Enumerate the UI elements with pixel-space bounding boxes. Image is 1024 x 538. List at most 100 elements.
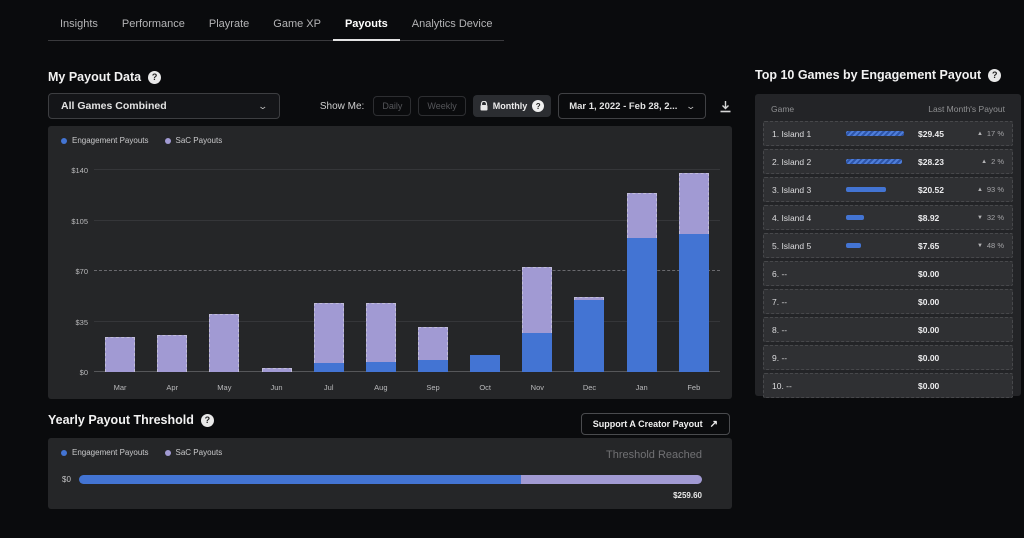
game-bar-zone — [846, 159, 918, 164]
game-name: 5. Island 5 — [772, 241, 846, 251]
chevron-down-icon: ⌄ — [686, 101, 697, 112]
bar-oct[interactable] — [470, 355, 500, 372]
bar-jun[interactable] — [262, 368, 292, 372]
threshold-progress-row: $0 — [62, 475, 702, 484]
bar-jul[interactable] — [314, 303, 344, 372]
weekly-label: Weekly — [427, 101, 456, 111]
game-payout-bar — [846, 215, 864, 220]
bar-dec[interactable] — [574, 297, 604, 372]
bar-segment-sac — [627, 193, 657, 238]
table-row[interactable]: 2. Island 2$28.23▲2 % — [763, 149, 1013, 174]
table-row[interactable]: 3. Island 3$20.52▲93 % — [763, 177, 1013, 202]
x-tick-label: Oct — [470, 383, 500, 392]
support-a-creator-payout-button[interactable]: Support A Creator Payout ↗ — [581, 413, 730, 435]
bar-feb[interactable] — [679, 173, 709, 372]
payout-section-title: My Payout Data ? — [48, 70, 161, 84]
download-button[interactable] — [719, 100, 732, 113]
help-icon[interactable]: ? — [148, 71, 161, 84]
table-row[interactable]: 8. -- $0.00 — [763, 317, 1013, 342]
game-name: 8. -- — [772, 325, 846, 335]
threshold-legend: Engagement PayoutsSaC Payouts — [61, 448, 222, 457]
table-row[interactable]: 6. -- $0.00 — [763, 261, 1013, 286]
x-tick-label: Dec — [574, 383, 604, 392]
y-tick-label: $105 — [54, 217, 88, 226]
arrow-up-icon: ▲ — [981, 159, 987, 165]
game-payout-amount: $0.00 — [918, 269, 968, 279]
game-change-percent: 93 % — [987, 185, 1004, 194]
bar-jan[interactable] — [627, 193, 657, 372]
legend-dot-icon — [61, 450, 67, 456]
help-icon[interactable]: ? — [201, 414, 214, 427]
game-change: ▼48 % — [977, 241, 1004, 250]
help-icon[interactable]: ? — [532, 100, 544, 112]
table-row[interactable]: 4. Island 4$8.92▼32 % — [763, 205, 1013, 230]
top-games-rows: 1. Island 1$29.45▲17 % 2. Island 2$28.23▲… — [763, 121, 1013, 398]
tab-payouts[interactable]: Payouts — [333, 10, 400, 41]
game-filter-dropdown[interactable]: All Games Combined ⌄ — [48, 93, 280, 119]
legend-dot-icon — [165, 450, 171, 456]
help-icon[interactable]: ? — [988, 69, 1001, 82]
tab-insights[interactable]: Insights — [48, 10, 110, 41]
bar-aug[interactable] — [366, 303, 396, 372]
game-name: 6. -- — [772, 269, 846, 279]
game-payout-amount: $0.00 — [918, 325, 968, 335]
x-tick-label: Feb — [679, 383, 709, 392]
lock-icon — [480, 101, 488, 111]
tab-playrate[interactable]: Playrate — [197, 10, 261, 41]
bar-nov[interactable] — [522, 267, 552, 372]
legend-label: Engagement Payouts — [72, 136, 149, 145]
bar-segment-sac — [157, 335, 187, 373]
table-row[interactable]: 1. Island 1$29.45▲17 % — [763, 121, 1013, 146]
monthly-button[interactable]: Monthly ? — [473, 95, 552, 117]
table-row[interactable]: 5. Island 5$7.65▼48 % — [763, 233, 1013, 258]
game-change: ▼32 % — [977, 213, 1004, 222]
bar-segment-engagement — [314, 363, 344, 372]
table-row[interactable]: 9. --$0.00 — [763, 345, 1013, 370]
payout-title-text: My Payout Data — [48, 70, 141, 84]
weekly-button[interactable]: Weekly — [418, 96, 465, 116]
chart-legend: Engagement PayoutsSaC Payouts — [61, 136, 222, 145]
y-tick-label: $35 — [54, 318, 88, 327]
top-games-section-title: Top 10 Games by Engagement Payout ? — [755, 68, 1001, 82]
external-link-icon: ↗ — [710, 419, 718, 430]
daily-button[interactable]: Daily — [373, 96, 411, 116]
top-games-title-text: Top 10 Games by Engagement Payout — [755, 68, 981, 82]
arrow-down-icon: ▼ — [977, 215, 983, 221]
download-icon — [719, 100, 732, 113]
threshold-status: Threshold Reached — [606, 449, 702, 461]
game-name: 2. Island 2 — [772, 157, 846, 167]
legend-label: SaC Payouts — [176, 448, 223, 457]
game-payout-amount: $0.00 — [918, 353, 968, 363]
tab-performance[interactable]: Performance — [110, 10, 197, 41]
date-range-picker[interactable]: Mar 1, 2022 - Feb 28, 2... ⌄ — [558, 93, 706, 119]
tab-game-xp[interactable]: Game XP — [261, 10, 333, 41]
tab-analytics-device[interactable]: Analytics Device — [400, 10, 505, 41]
game-bar-zone — [846, 187, 918, 192]
game-payout-bar — [846, 159, 902, 164]
bar-segment-sac — [418, 327, 448, 360]
arrow-up-icon: ▲ — [977, 131, 983, 137]
bar-segment-sac — [105, 337, 135, 372]
bar-segment-sac — [209, 314, 239, 372]
table-row[interactable]: 7. --$0.00 — [763, 289, 1013, 314]
arrow-down-icon: ▼ — [977, 243, 983, 249]
threshold-title-text: Yearly Payout Threshold — [48, 413, 194, 427]
bar-mar[interactable] — [105, 337, 135, 372]
bar-may[interactable] — [209, 314, 239, 372]
x-tick-label: Apr — [157, 383, 187, 392]
col-last-month-payout: Last Month's Payout — [928, 104, 1005, 114]
table-row[interactable]: 10. --$0.00 — [763, 373, 1013, 398]
threshold-total-label: $259.60 — [673, 491, 702, 500]
game-name: 4. Island 4 — [772, 213, 846, 223]
threshold-segment-engagement-payouts — [79, 475, 521, 484]
game-bar-zone — [846, 215, 918, 220]
bar-segment-engagement — [366, 362, 396, 372]
game-name: 1. Island 1 — [772, 129, 846, 139]
bar-segment-engagement — [418, 360, 448, 372]
y-tick-label: $0 — [54, 368, 88, 377]
bar-sep[interactable] — [418, 327, 448, 372]
bar-segment-sac — [522, 267, 552, 333]
game-bar-zone — [846, 131, 918, 136]
x-tick-label: Nov — [522, 383, 552, 392]
bar-apr[interactable] — [157, 335, 187, 373]
